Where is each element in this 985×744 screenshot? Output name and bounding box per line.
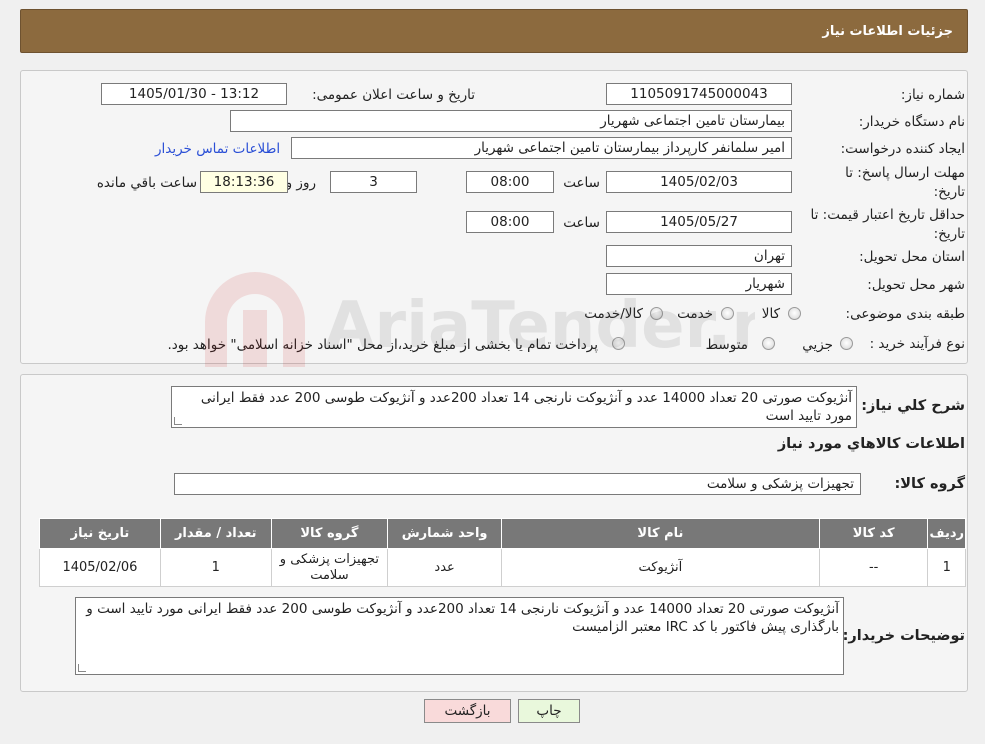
need-number-field: 1105091745000043: [606, 83, 792, 105]
th-code: کد کالا: [818, 518, 929, 549]
deadline-date-field: 1405/02/03: [606, 171, 792, 193]
process-option-medium: متوسط: [705, 337, 748, 353]
validity-label: حداقل تاریخ اعتبار قیمت: تا: [810, 207, 965, 223]
validity-time-label: ساعت: [563, 215, 600, 231]
category-radio-goods-service[interactable]: [650, 307, 663, 320]
deadline-time-label: ساعت: [563, 175, 600, 191]
days-remaining-field: 3: [330, 171, 417, 193]
table-header-row: رديف کد کالا نام کالا واحد شمارش گروه کا…: [39, 518, 966, 549]
announce-label: تاریخ و ساعت اعلان عمومی:: [312, 87, 475, 103]
process-note: پرداخت تمام یا بخشی از مبلغ خرید،از محل …: [167, 337, 598, 353]
goods-info-title: اطلاعات کالاهاي مورد نياز: [777, 436, 965, 452]
validity-date-field: 1405/05/27: [606, 211, 792, 233]
buyer-contact-link[interactable]: اطلاعات تماس خریدار: [155, 141, 280, 157]
category-option-goods: کالا: [761, 306, 780, 322]
days-label: روز و: [285, 175, 316, 191]
category-option-goods-service: کالا/خدمت: [584, 306, 643, 322]
th-quantity: تعداد / مقدار: [159, 518, 272, 549]
category-option-service: خدمت: [677, 306, 713, 322]
resize-grip-icon[interactable]: [174, 417, 182, 425]
th-row: رديف: [927, 518, 966, 549]
buyer-org-label: نام دستگاه خریدار:: [858, 114, 965, 130]
cell-unit: عدد: [387, 548, 502, 587]
goods-group-field: تجهیزات پزشکی و سلامت: [174, 473, 861, 495]
cell-code: --: [818, 548, 929, 587]
buyer-org-field: بیمارستان تامین اجتماعی شهریار: [230, 110, 792, 132]
deadline-label: مهلت ارسال پاسخ: تا: [845, 165, 965, 181]
th-group: گروه کالا: [270, 518, 389, 549]
process-radio-medium[interactable]: [762, 337, 775, 350]
cell-row: 1: [927, 548, 966, 587]
page-title: جزئیات اطلاعات نیاز: [822, 24, 953, 39]
back-button[interactable]: بازگشت: [424, 699, 511, 723]
deadline-time-field: 08:00: [466, 171, 554, 193]
goods-table-wrap: رديف کد کالا نام کالا واحد شمارش گروه کا…: [39, 518, 966, 587]
process-radio-minor[interactable]: [840, 337, 853, 350]
announce-field: 1405/01/30 - 13:12: [101, 83, 287, 105]
process-radio-treasury[interactable]: [612, 337, 625, 350]
category-radio-goods[interactable]: [788, 307, 801, 320]
resize-grip-icon[interactable]: [78, 664, 86, 672]
city-label: شهر محل تحویل:: [867, 277, 965, 293]
category-radio-service[interactable]: [721, 307, 734, 320]
print-button[interactable]: چاپ: [518, 699, 580, 723]
process-option-minor: جزیي: [802, 337, 833, 353]
province-label: استان محل تحویل:: [859, 249, 965, 265]
validity-label-date: تاریخ:: [933, 226, 965, 242]
table-row: 1 -- آنژیوکت عدد تجهیزات پزشکی و سلامت 1…: [39, 548, 966, 587]
time-remaining-field: 18:13:36: [200, 171, 288, 193]
buyer-notes-textarea[interactable]: آنژیوکت صورتی 20 تعداد 14000 عدد و آنژیو…: [75, 597, 844, 675]
process-label: نوع فرآیند خرید :: [869, 336, 965, 352]
goods-group-label: گروه کالا:: [894, 476, 965, 492]
category-label: طبقه بندی موضوعی:: [845, 306, 965, 322]
th-name: نام کالا: [500, 518, 820, 549]
need-number-label: شماره نیاز:: [900, 87, 965, 103]
deadline-label-date: تاریخ:: [933, 184, 965, 200]
summary-text: آنژیوکت صورتی 20 تعداد 14000 عدد و آنژیو…: [200, 390, 852, 424]
buyer-notes-text: آنژیوکت صورتی 20 تعداد 14000 عدد و آنژیو…: [86, 601, 839, 635]
th-unit: واحد شمارش: [387, 518, 502, 549]
th-need-date: تاریخ نیاز: [39, 518, 161, 549]
creator-label: ایجاد کننده درخواست:: [840, 141, 965, 157]
page-header: جزئیات اطلاعات نیاز: [20, 9, 968, 53]
cell-group: تجهیزات پزشکی و سلامت: [270, 548, 389, 587]
validity-time-field: 08:00: [466, 211, 554, 233]
summary-label: شرح کلي نياز:: [861, 398, 965, 414]
cell-quantity: 1: [159, 548, 272, 587]
buyer-notes-label: توضیحات خریدار:: [842, 628, 965, 644]
creator-field: امیر سلمانفر کارپرداز بیمارستان تامین اج…: [291, 137, 792, 159]
province-field: تهران: [606, 245, 792, 267]
cell-name: آنژیوکت: [500, 548, 820, 587]
time-remaining-label: ساعت باقي مانده: [96, 175, 197, 191]
city-field: شهریار: [606, 273, 792, 295]
summary-textarea[interactable]: آنژیوکت صورتی 20 تعداد 14000 عدد و آنژیو…: [171, 386, 857, 428]
goods-table: رديف کد کالا نام کالا واحد شمارش گروه کا…: [39, 518, 966, 587]
cell-need-date: 1405/02/06: [39, 548, 161, 587]
